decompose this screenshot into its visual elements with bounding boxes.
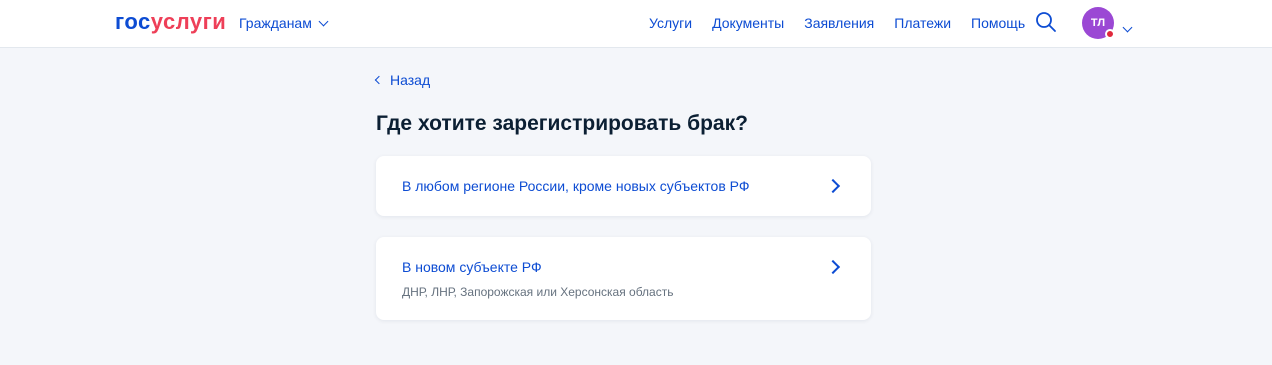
- notification-dot: [1105, 29, 1115, 39]
- option-card-title: В новом субъекте РФ: [402, 259, 542, 275]
- nav-item-help[interactable]: Помощь: [971, 14, 1025, 32]
- option-card-subtitle: ДНР, ЛНР, Запорожская или Херсонская обл…: [402, 285, 674, 299]
- main-nav: Услуги Документы Заявления Платежи Помощ…: [649, 14, 1025, 32]
- nav-item-documents[interactable]: Документы: [712, 14, 784, 32]
- search-icon[interactable]: [1035, 11, 1057, 33]
- audience-selector[interactable]: Гражданам: [239, 14, 329, 32]
- chevron-left-icon: [374, 75, 384, 85]
- page-title: Где хотите зарегистрировать брак?: [376, 112, 748, 135]
- nav-item-payments[interactable]: Платежи: [894, 14, 951, 32]
- chevron-right-icon: [825, 178, 841, 194]
- option-card-new-subject[interactable]: В новом субъекте РФ ДНР, ЛНР, Запорожска…: [376, 237, 871, 320]
- nav-item-services[interactable]: Услуги: [649, 14, 692, 32]
- nav-item-applications[interactable]: Заявления: [804, 14, 874, 32]
- logo-part-uslugi: услуги: [150, 9, 227, 34]
- option-card-title: В любом регионе России, кроме новых субъ…: [402, 178, 750, 194]
- profile-menu-chevron-down-icon[interactable]: [1122, 18, 1133, 36]
- avatar-initials: ТЛ: [1090, 17, 1106, 29]
- user-avatar[interactable]: ТЛ: [1082, 7, 1115, 39]
- logo-part-gos: гос: [115, 9, 151, 34]
- back-link[interactable]: Назад: [374, 71, 431, 89]
- header: госуслуги Гражданам Услуги Документы Зая…: [0, 0, 1272, 48]
- audience-label: Гражданам: [239, 15, 312, 31]
- chevron-right-icon: [825, 259, 841, 275]
- back-link-label: Назад: [390, 72, 431, 88]
- gosuslugi-logo[interactable]: госуслуги: [115, 10, 226, 34]
- chevron-down-icon: [318, 16, 329, 26]
- option-card-any-region[interactable]: В любом регионе России, кроме новых субъ…: [376, 156, 871, 216]
